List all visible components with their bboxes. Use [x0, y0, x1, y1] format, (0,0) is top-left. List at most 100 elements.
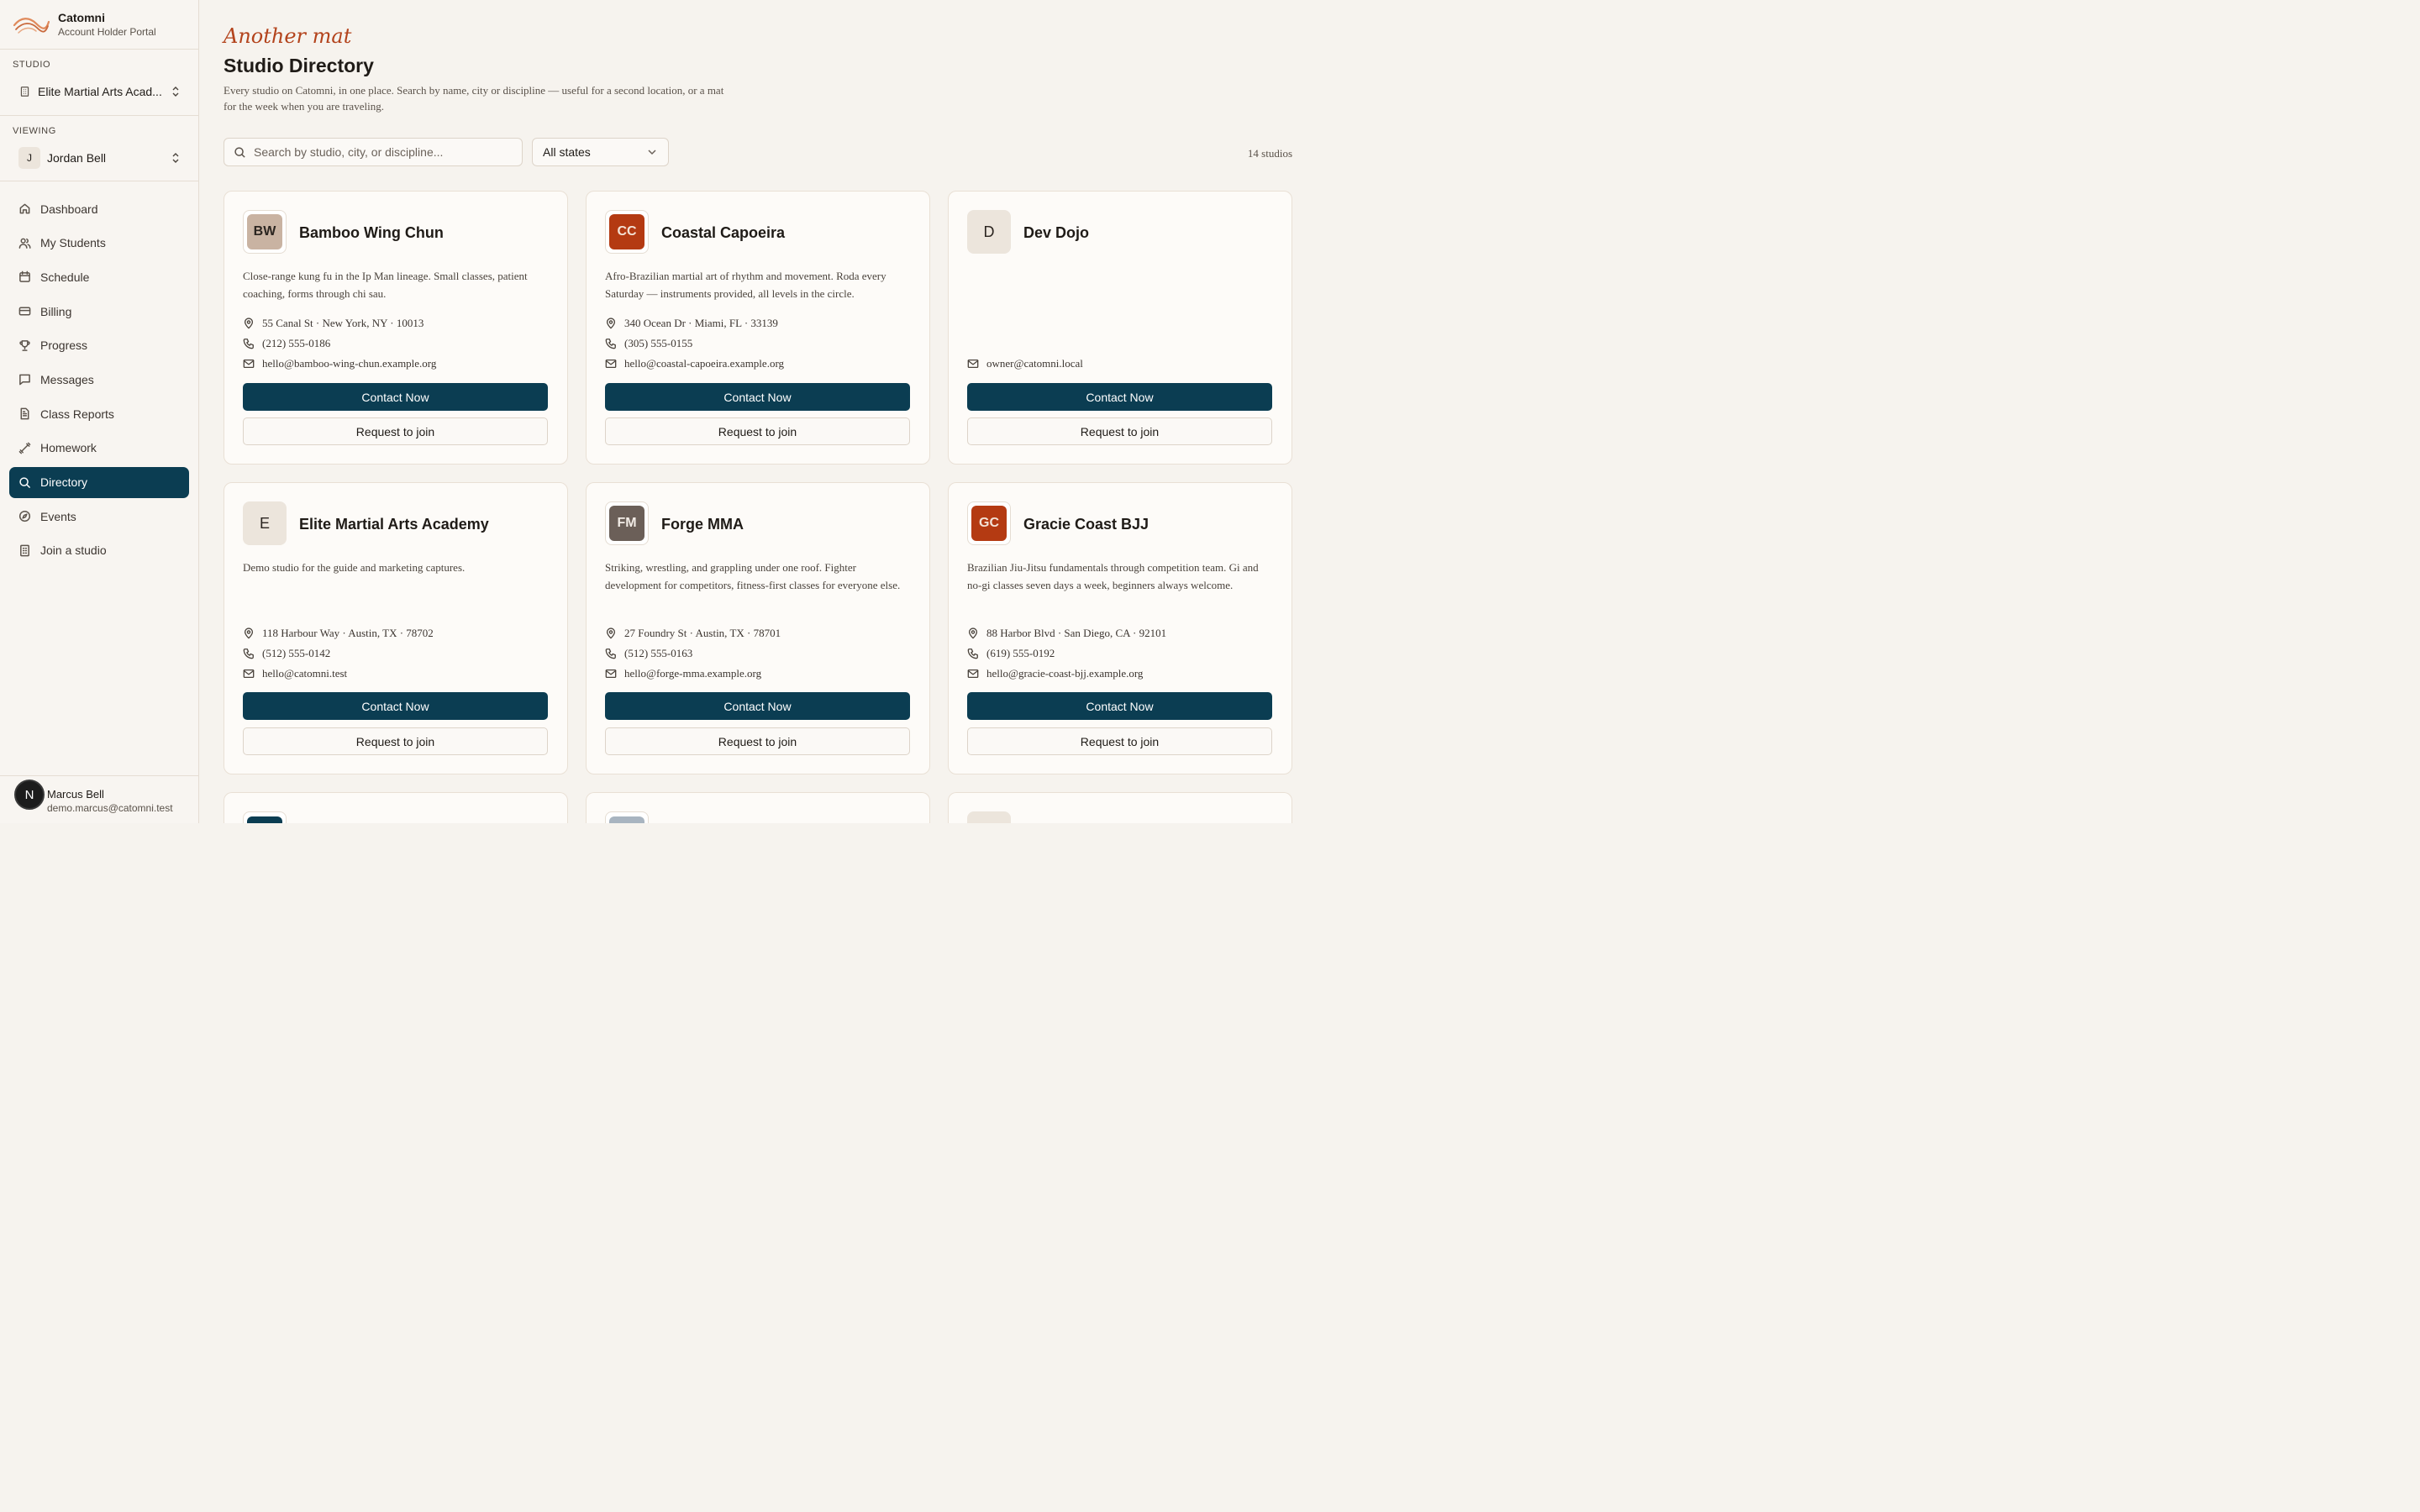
main-content: Another mat Studio Directory Every studi…: [199, 0, 1318, 823]
sidebar-item-class-reports[interactable]: Class Reports: [9, 398, 189, 429]
studio-email[interactable]: hello@bamboo-wing-chun.example.org: [243, 357, 436, 370]
map-pin-icon: [606, 318, 616, 329]
divider: [0, 115, 198, 116]
phone-text: (305) 555-0155: [624, 337, 693, 349]
sidebar-item-progress[interactable]: Progress: [9, 330, 189, 361]
sidebar-item-messages[interactable]: Messages: [9, 364, 189, 395]
search-icon: [234, 146, 245, 158]
studio-card: [224, 792, 568, 823]
studio-switcher[interactable]: Elite Martial Arts Acad...: [10, 77, 188, 106]
sidebar-item-join-a-studio[interactable]: Join a studio: [9, 535, 189, 566]
sidebar-item-schedule[interactable]: Schedule: [9, 261, 189, 292]
address-text: 118 Harbour Way · Austin, TX · 78702: [262, 627, 434, 639]
request-to-join-button[interactable]: Request to join: [243, 417, 548, 445]
brand-name: Catomni: [58, 11, 105, 24]
contact-now-button[interactable]: Contact Now: [605, 692, 910, 720]
compass-icon: [18, 511, 31, 522]
sidebar-item-label: Dashboard: [40, 202, 98, 216]
sidebar-item-homework[interactable]: Homework: [9, 433, 189, 464]
card-icon: [18, 307, 31, 316]
studio-address: 118 Harbour Way · Austin, TX · 78702: [243, 627, 434, 640]
phone-icon: [605, 648, 616, 659]
catomni-logo-icon: [13, 18, 50, 34]
sidebar-item-label: Messages: [40, 372, 94, 386]
studio-logo-fill: [247, 816, 282, 823]
studio-phone[interactable]: (619) 555-0192: [967, 647, 1055, 660]
studio-description: Afro-Brazilian martial art of rhythm and…: [605, 270, 886, 300]
studio-logo-initials: GC: [971, 506, 1007, 541]
search-input[interactable]: [254, 145, 506, 159]
message-icon: [19, 375, 30, 386]
map-pin-icon: [244, 318, 254, 329]
studio-address: 88 Harbor Blvd · San Diego, CA · 92101: [967, 627, 1166, 640]
sidebar-item-dashboard[interactable]: Dashboard: [9, 193, 189, 224]
studio-description: Striking, wrestling, and grappling under…: [605, 561, 901, 591]
map-pin-icon: [968, 627, 978, 639]
mail-icon: [243, 359, 255, 369]
studio-email[interactable]: hello@catomni.test: [243, 667, 347, 680]
home-icon: [19, 203, 30, 214]
contact-now-button[interactable]: Contact Now: [967, 383, 1272, 411]
studio-switcher-value: Elite Martial Arts Acad...: [38, 85, 162, 98]
contact-now-button[interactable]: Contact Now: [243, 692, 548, 720]
phone-text: (619) 555-0192: [986, 647, 1055, 659]
studio-phone[interactable]: (305) 555-0155: [605, 337, 692, 350]
sidebar-item-events[interactable]: Events: [9, 501, 189, 532]
studio-address: 340 Ocean Dr · Miami, FL · 33139: [605, 317, 778, 330]
studio-email[interactable]: hello@coastal-capoeira.example.org: [605, 357, 784, 370]
studio-name: Gracie Coast BJJ: [1023, 516, 1150, 533]
contact-now-button[interactable]: Contact Now: [605, 383, 910, 411]
address-text: 55 Canal St · New York, NY · 10013: [262, 317, 424, 329]
email-text: hello@catomni.test: [262, 667, 348, 680]
sidebar-item-billing[interactable]: Billing: [9, 296, 189, 327]
studio-description: Demo studio for the guide and marketing …: [243, 561, 466, 574]
studio-email[interactable]: hello@forge-mma.example.org: [605, 667, 761, 680]
chevron-up-down-icon: [172, 87, 179, 97]
studio-phone[interactable]: (212) 555-0186: [243, 337, 330, 350]
studio-email[interactable]: owner@catomni.local: [967, 357, 1083, 370]
sidebar-item-label: Homework: [40, 441, 97, 455]
state-select[interactable]: All states: [532, 138, 669, 166]
studio-description: Brazilian Jiu-Jitsu fundamentals through…: [967, 561, 1259, 591]
request-to-join-button[interactable]: Request to join: [243, 727, 548, 755]
request-to-join-button[interactable]: Request to join: [967, 417, 1272, 445]
mail-icon: [967, 669, 979, 679]
studio-logo-initials: FM: [609, 506, 644, 541]
user-name: Marcus Bell: [47, 788, 104, 801]
studio-logo-initials: CC: [609, 214, 644, 249]
studio-address: 27 Foundry St · Austin, TX · 78701: [605, 627, 781, 640]
brand-header[interactable]: Catomni Account Holder Portal: [0, 0, 198, 50]
sidebar-item-label: Events: [40, 509, 76, 523]
search-icon: [19, 476, 30, 488]
studio-card: FM Forge MMA Striking, wrestling, and gr…: [586, 482, 930, 774]
phone-icon: [605, 339, 616, 349]
contact-now-button[interactable]: Contact Now: [243, 383, 548, 411]
user-footer[interactable]: N Marcus Bell demo.marcus@catomni.test: [0, 775, 198, 823]
request-to-join-button[interactable]: Request to join: [967, 727, 1272, 755]
sidebar-item-my-students[interactable]: My Students: [9, 228, 189, 259]
viewing-switcher[interactable]: J Jordan Bell: [10, 144, 188, 172]
studio-logo-initials: BW: [247, 214, 282, 249]
request-to-join-button[interactable]: Request to join: [605, 727, 910, 755]
request-to-join-button[interactable]: Request to join: [605, 417, 910, 445]
search-box[interactable]: [224, 138, 523, 166]
page-tagline: Another mat: [224, 24, 352, 48]
studio-card: E Elite Martial Arts Academy Demo studio…: [224, 482, 568, 774]
state-select-value: All states: [543, 145, 591, 159]
sidebar: Catomni Account Holder Portal STUDIO Eli…: [0, 0, 199, 823]
dumbbell-icon: [18, 442, 31, 454]
studio-address: 55 Canal St · New York, NY · 10013: [243, 317, 424, 330]
studio-logo-initials: D: [967, 210, 1011, 254]
sidebar-nav: Dashboard My Students Schedule Billing P…: [9, 193, 189, 570]
studio-name: Forge MMA: [661, 516, 744, 533]
studio-logo: FM: [605, 501, 649, 545]
contact-now-button[interactable]: Contact Now: [967, 692, 1272, 720]
studio-phone[interactable]: (512) 555-0142: [243, 647, 330, 660]
studio-email[interactable]: hello@gracie-coast-bjj.example.org: [967, 667, 1143, 680]
sidebar-item-label: My Students: [40, 236, 106, 250]
studio-phone[interactable]: (512) 555-0163: [605, 647, 692, 660]
users-icon: [18, 238, 31, 249]
sidebar-item-directory[interactable]: Directory: [9, 466, 189, 498]
studio-card: GC Gracie Coast BJJ Brazilian Jiu-Jitsu …: [948, 482, 1292, 774]
sidebar-item-label: Join a studio: [40, 543, 107, 558]
